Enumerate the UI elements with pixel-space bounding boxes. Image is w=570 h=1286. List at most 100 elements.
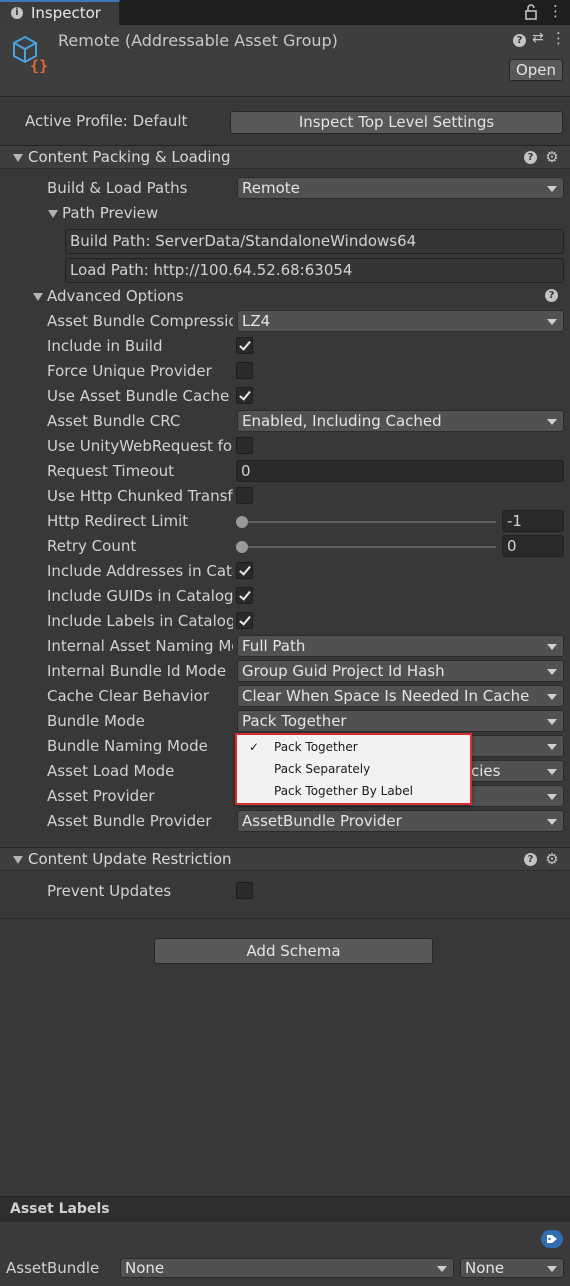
chevron-down-icon xyxy=(547,694,557,700)
bundle-mode-dropdown[interactable]: Pack Together xyxy=(237,710,564,732)
advanced-options-foldout-icon[interactable] xyxy=(33,293,43,301)
use-unitywebrequest-checkbox[interactable] xyxy=(236,437,253,454)
retry-count-slider-track[interactable] xyxy=(242,546,496,548)
cache-clear-behavior-dropdown[interactable]: Clear When Space Is Needed In Cache xyxy=(237,685,564,707)
content-packing-title: Content Packing & Loading xyxy=(28,148,231,166)
force-unique-provider-label: Force Unique Provider xyxy=(47,362,212,380)
chevron-down-icon xyxy=(547,769,557,775)
include-in-build-label: Include in Build xyxy=(47,337,163,355)
http-redirect-limit-field[interactable]: -1 xyxy=(502,510,564,532)
gear-icon[interactable]: ⚙ xyxy=(545,852,559,867)
info-icon: i xyxy=(11,7,23,19)
addressable-group-icon: {} xyxy=(13,35,48,73)
asset-provider-label: Asset Provider xyxy=(47,787,155,805)
build-load-paths-dropdown[interactable]: Remote xyxy=(237,177,564,199)
http-redirect-limit-slider-thumb[interactable] xyxy=(236,516,248,528)
asset-labels-panel: AssetBundle None None xyxy=(0,1222,570,1286)
chevron-down-icon xyxy=(547,719,557,725)
prevent-updates-checkbox[interactable] xyxy=(236,882,253,899)
lock-icon[interactable] xyxy=(524,4,538,20)
use-asset-bundle-cache-checkbox[interactable] xyxy=(236,387,253,404)
foldout-arrow-icon[interactable] xyxy=(13,154,23,162)
dropdown-value: cies xyxy=(471,762,501,780)
request-timeout-label: Request Timeout xyxy=(47,462,174,480)
popup-option-pack-together[interactable]: Pack Together xyxy=(274,740,358,754)
internal-asset-naming-mode-dropdown[interactable]: Full Path xyxy=(237,635,564,657)
retry-count-slider-thumb[interactable] xyxy=(236,541,248,553)
dropdown-value: Enabled, Including Cached xyxy=(242,412,442,430)
chevron-down-icon xyxy=(547,794,557,800)
include-labels-checkbox[interactable] xyxy=(236,612,253,629)
include-in-build-checkbox[interactable] xyxy=(236,337,253,354)
help-icon[interactable]: ? xyxy=(524,151,537,164)
help-icon[interactable]: ? xyxy=(524,853,537,866)
load-path-field: Load Path: http://100.64.52.68:63054 xyxy=(65,258,564,283)
use-asset-bundle-cache-label: Use Asset Bundle Cache xyxy=(47,387,230,405)
cache-clear-behavior-label: Cache Clear Behavior xyxy=(47,687,210,705)
include-addresses-label: Include Addresses in Catalog xyxy=(47,562,233,580)
include-addresses-checkbox[interactable] xyxy=(236,562,253,579)
include-labels-label: Include Labels in Catalog xyxy=(47,612,233,630)
http-redirect-limit-label: Http Redirect Limit xyxy=(47,512,189,530)
use-http-chunked-transfer-checkbox[interactable] xyxy=(236,487,253,504)
use-http-chunked-transfer-label: Use Http Chunked Transfer xyxy=(47,487,233,505)
chevron-down-icon xyxy=(437,1266,447,1272)
dropdown-value: Clear When Space Is Needed In Cache xyxy=(242,687,530,705)
path-preview-foldout-icon[interactable] xyxy=(48,210,58,218)
active-profile-label: Active Profile: Default xyxy=(25,112,188,130)
header-title: Remote (Addressable Asset Group) xyxy=(58,31,338,50)
tab-inspector-label: Inspector xyxy=(31,4,101,22)
dropdown-value: AssetBundle Provider xyxy=(242,812,402,830)
chevron-down-icon xyxy=(547,1266,557,1272)
retry-count-field[interactable]: 0 xyxy=(502,535,564,557)
open-button[interactable]: Open xyxy=(509,59,563,81)
bundle-mode-label: Bundle Mode xyxy=(47,712,145,730)
gear-icon[interactable]: ⚙ xyxy=(545,150,559,165)
help-icon[interactable]: ? xyxy=(545,289,558,302)
force-unique-provider-checkbox[interactable] xyxy=(236,362,253,379)
tab-menu-icon[interactable]: ⋮ xyxy=(548,2,563,20)
assetbundle-variant-dropdown[interactable]: None xyxy=(460,1258,564,1278)
http-redirect-limit-slider-track[interactable] xyxy=(242,521,496,523)
asset-bundle-compression-dropdown[interactable]: LZ4 xyxy=(237,310,564,332)
content-packing-header[interactable]: Content Packing & Loading ? ⚙ xyxy=(0,145,570,169)
include-guids-label: Include GUIDs in Catalog xyxy=(47,587,233,605)
dropdown-value: Group Guid Project Id Hash xyxy=(242,662,445,680)
include-guids-checkbox[interactable] xyxy=(236,587,253,604)
asset-bundle-provider-dropdown[interactable]: AssetBundle Provider xyxy=(237,810,564,832)
check-icon: ✓ xyxy=(249,740,260,754)
popup-option-pack-together-by-label[interactable]: Pack Together By Label xyxy=(274,784,413,798)
chevron-down-icon xyxy=(547,644,557,650)
internal-bundle-id-mode-dropdown[interactable]: Group Guid Project Id Hash xyxy=(237,660,564,682)
add-schema-button[interactable]: Add Schema xyxy=(154,938,433,964)
asset-labels-header[interactable]: Asset Labels xyxy=(0,1196,570,1222)
asset-bundle-provider-label: Asset Bundle Provider xyxy=(47,812,212,830)
header-menu-icon[interactable]: ⋮ xyxy=(551,29,566,47)
dropdown-value: Pack Together xyxy=(242,712,347,730)
help-icon[interactable]: ? xyxy=(513,34,526,47)
path-preview-title: Path Preview xyxy=(62,204,159,222)
build-load-paths-value: Remote xyxy=(242,179,300,197)
asset-bundle-crc-dropdown[interactable]: Enabled, Including Cached xyxy=(237,410,564,432)
foldout-arrow-icon[interactable] xyxy=(13,856,23,864)
tag-icon[interactable] xyxy=(541,1230,563,1248)
chevron-down-icon xyxy=(547,669,557,675)
asset-bundle-compression-label: Asset Bundle Compression xyxy=(47,312,233,330)
tab-bar: i Inspector ⋮ xyxy=(0,0,570,25)
tab-inspector[interactable]: i Inspector xyxy=(0,0,120,25)
chevron-down-icon xyxy=(547,819,557,825)
request-timeout-field[interactable]: 0 xyxy=(236,460,564,482)
assetbundle-name-dropdown[interactable]: None xyxy=(120,1258,454,1278)
dropdown-value: Full Path xyxy=(242,637,306,655)
content-update-restriction-header[interactable]: Content Update Restriction ? ⚙ xyxy=(0,847,570,871)
chevron-down-icon xyxy=(547,419,557,425)
chevron-down-icon xyxy=(547,744,557,750)
internal-asset-naming-mode-label: Internal Asset Naming Mode xyxy=(47,637,233,655)
popup-option-pack-separately[interactable]: Pack Separately xyxy=(274,762,370,776)
bundle-naming-mode-label: Bundle Naming Mode xyxy=(47,737,208,755)
dropdown-value: None xyxy=(465,1259,505,1277)
presets-icon[interactable]: ⇄ xyxy=(532,30,544,46)
chevron-down-icon xyxy=(547,319,557,325)
bundle-mode-popup: ✓ Pack Together Pack Separately Pack Tog… xyxy=(235,733,472,805)
inspect-top-level-settings-button[interactable]: Inspect Top Level Settings xyxy=(230,111,563,134)
